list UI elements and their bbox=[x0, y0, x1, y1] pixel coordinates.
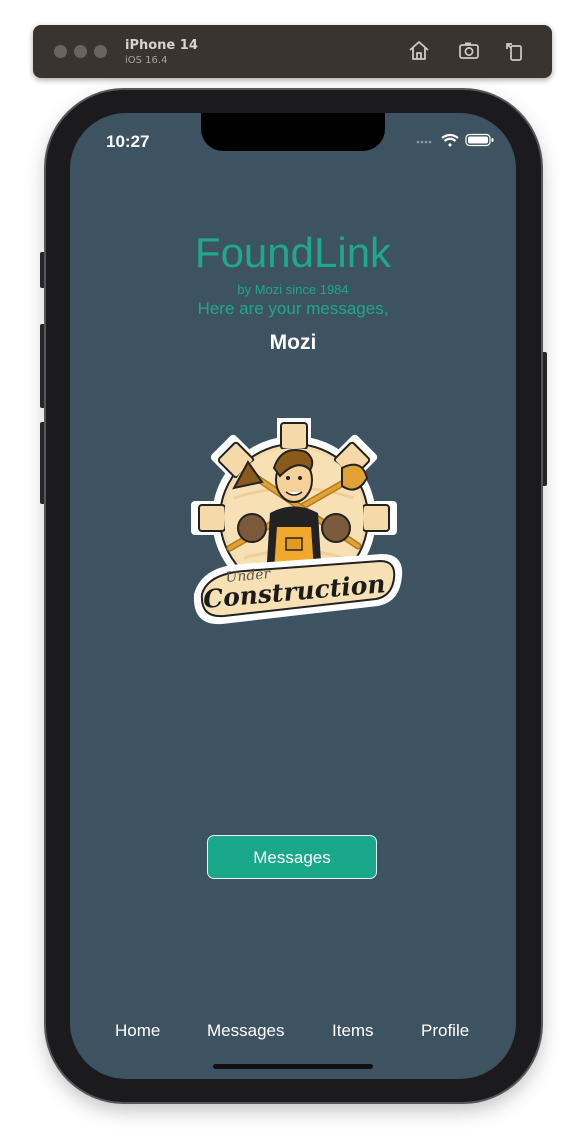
status-time: 10:27 bbox=[106, 132, 150, 151]
device-name: iPhone 14 bbox=[125, 38, 198, 53]
signal-dots-icon bbox=[416, 140, 432, 144]
tab-home[interactable]: Home bbox=[115, 1021, 160, 1041]
simulator-toolbar: iPhone 14 iOS 16.4 bbox=[33, 25, 552, 78]
home-icon[interactable] bbox=[407, 39, 431, 63]
home-indicator[interactable] bbox=[213, 1064, 373, 1069]
app-byline: by Mozi since 1984 bbox=[237, 282, 349, 297]
dynamic-notch bbox=[201, 113, 385, 151]
tab-items[interactable]: Items bbox=[332, 1021, 374, 1041]
tab-messages[interactable]: Messages bbox=[207, 1021, 284, 1041]
app-screen: 10:27 FoundLink by Mozi since 1984 Here … bbox=[70, 113, 516, 1079]
wifi-icon bbox=[441, 133, 459, 147]
under-construction-badge: Under Construction bbox=[191, 418, 403, 625]
tab-bar: Home Messages Items Profile bbox=[70, 1021, 516, 1045]
power-button bbox=[541, 352, 547, 486]
rotate-icon[interactable] bbox=[503, 39, 527, 63]
tab-profile[interactable]: Profile bbox=[421, 1021, 469, 1041]
greeting-text: Here are your messages, bbox=[197, 299, 389, 318]
os-version: iOS 16.4 bbox=[125, 55, 168, 66]
window-zoom-dot[interactable] bbox=[94, 45, 107, 58]
window-close-dot[interactable] bbox=[54, 45, 67, 58]
messages-button[interactable]: Messages bbox=[207, 835, 377, 879]
username: Mozi bbox=[269, 331, 317, 354]
window-minimize-dot[interactable] bbox=[74, 45, 87, 58]
status-icons bbox=[416, 133, 494, 147]
app-title: FoundLink bbox=[194, 229, 392, 276]
battery-icon bbox=[465, 133, 494, 147]
screenshot-icon[interactable] bbox=[457, 39, 481, 63]
construction-banner: Under Construction bbox=[193, 554, 403, 625]
